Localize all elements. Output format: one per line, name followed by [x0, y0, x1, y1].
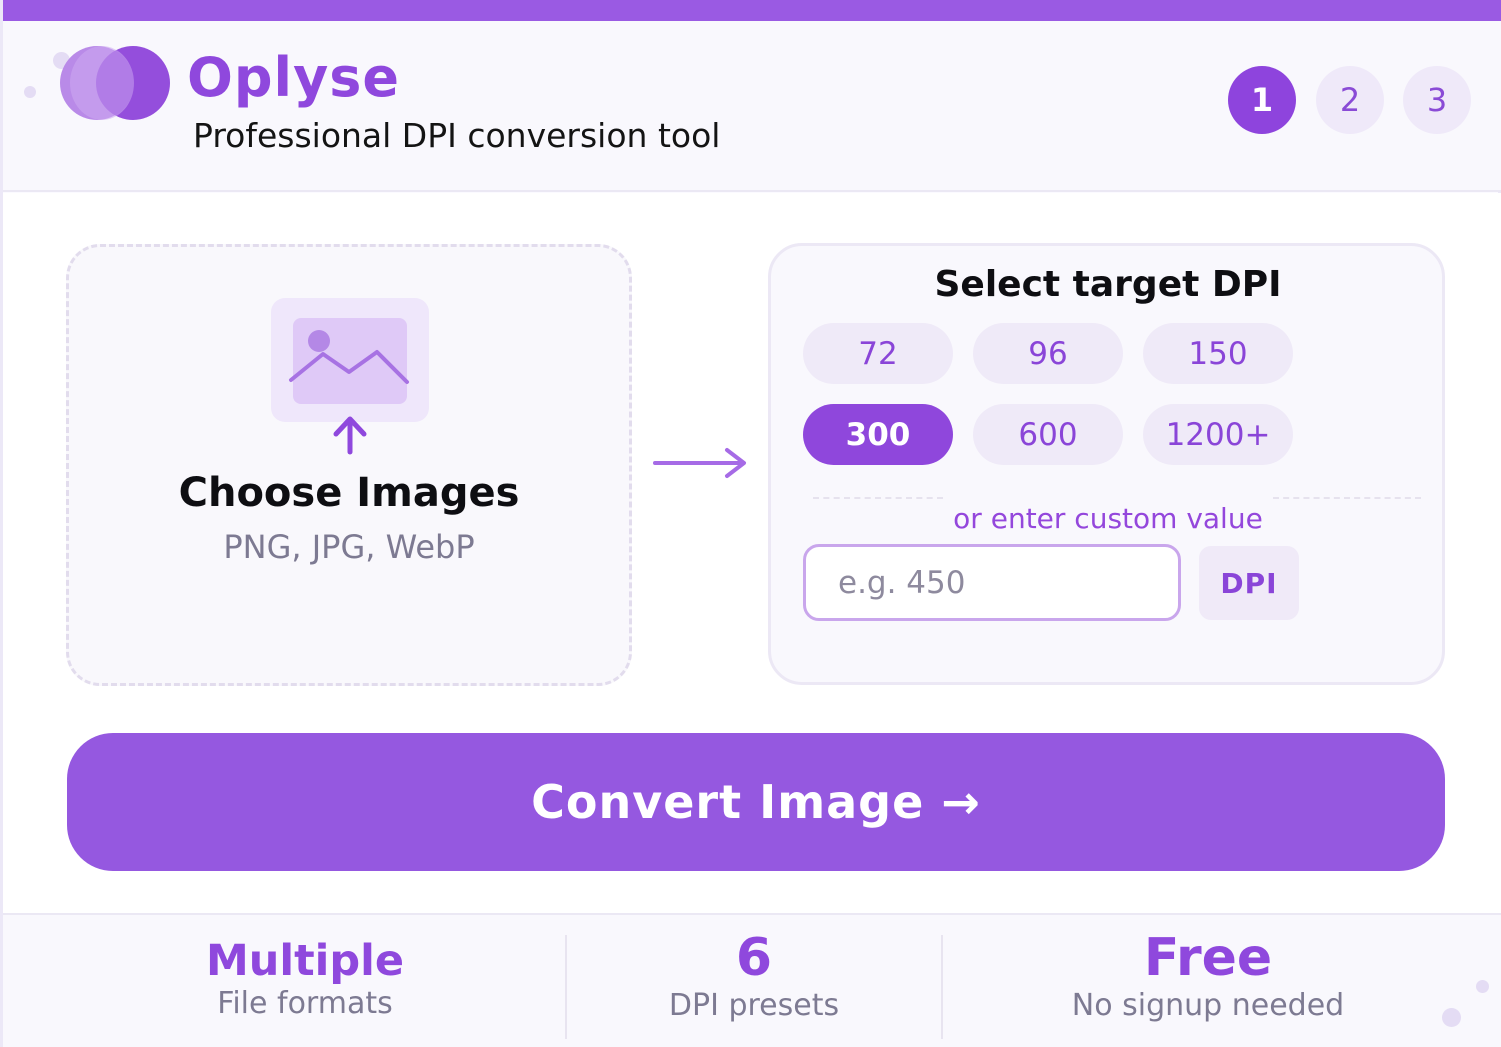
supported-formats: PNG, JPG, WebP: [223, 528, 475, 566]
custom-dpi-input[interactable]: [803, 544, 1181, 621]
divider-line: [813, 497, 943, 499]
step-3[interactable]: 3: [1403, 66, 1471, 134]
image-upload-icon[interactable]: [271, 298, 429, 422]
app-tagline: Professional DPI conversion tool: [193, 116, 721, 155]
top-accent-bar: [3, 0, 1501, 21]
preset-1200[interactable]: 1200+: [1143, 404, 1293, 465]
decor-dot: [1476, 980, 1489, 993]
stat-label: No signup needed: [1071, 988, 1345, 1023]
stat-label: File formats: [217, 986, 393, 1021]
logo: [60, 44, 172, 120]
upload-arrow-icon: [333, 416, 367, 455]
stat-presets: 6 DPI presets: [565, 928, 943, 1023]
decor-dot: [1442, 1008, 1461, 1027]
stat-free: Free No signup needed: [1003, 928, 1413, 1023]
stat-label: DPI presets: [668, 988, 840, 1023]
convert-image-button[interactable]: Convert Image →: [67, 733, 1445, 871]
step-2[interactable]: 2: [1316, 66, 1384, 134]
decor-dot: [24, 86, 36, 98]
preset-300[interactable]: 300: [803, 404, 953, 465]
divider-line: [1273, 497, 1421, 499]
stat-formats: Multiple File formats: [103, 936, 507, 1021]
choose-images-title: Choose Images: [178, 470, 520, 516]
preset-72[interactable]: 72: [803, 323, 953, 384]
preset-600[interactable]: 600: [973, 404, 1123, 465]
custom-value-label: or enter custom value: [953, 502, 1263, 535]
app-frame: Oplyse Professional DPI conversion tool …: [0, 0, 1501, 1047]
preset-96[interactable]: 96: [973, 323, 1123, 384]
arrow-right-icon: [653, 448, 746, 478]
stat-value: 6: [735, 928, 773, 988]
preset-150[interactable]: 150: [1143, 323, 1293, 384]
step-1[interactable]: 1: [1228, 66, 1296, 134]
stat-value: Multiple: [205, 936, 405, 986]
dpi-unit-label: DPI: [1199, 546, 1299, 620]
stat-value: Free: [1143, 928, 1273, 988]
app-name: Oplyse: [187, 46, 401, 109]
dpi-title: Select target DPI: [934, 264, 1282, 305]
header: Oplyse Professional DPI conversion tool …: [3, 21, 1501, 192]
